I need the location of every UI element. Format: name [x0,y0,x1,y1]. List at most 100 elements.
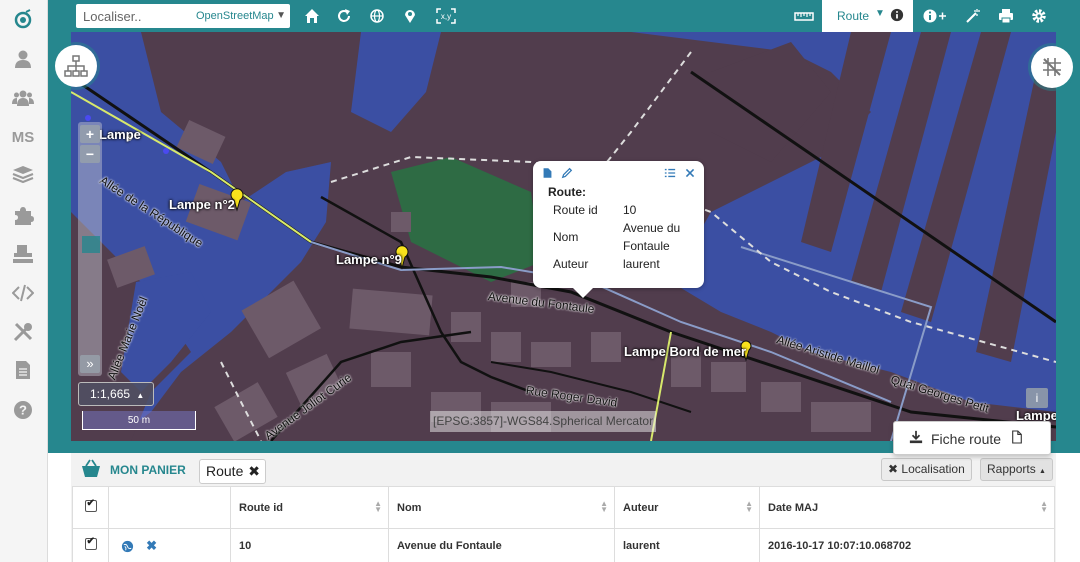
download-icon [909,430,923,447]
pencil-icon[interactable] [560,166,574,180]
map-marker-icon[interactable] [400,6,420,26]
layer-select[interactable]: OpenStreetMap [196,4,274,28]
svg-text:?: ? [19,403,27,418]
column-header-label: Nom [397,501,422,514]
popup-field-value: 10 [623,203,637,217]
table-row[interactable]: ✖ 10 Avenue du Fontaule laurent 2016-10-… [72,528,1055,562]
popup-field-key: Auteur [553,257,589,271]
cell-date-maj: 2016-10-17 10:07:10.068702 [759,528,1055,562]
basket-icon [80,459,102,482]
column-header-label: Auteur [623,501,659,514]
scale-ratio[interactable]: 1:1,665 [90,387,130,401]
cell-nom: Avenue du Fontaule [388,528,615,562]
close-icon[interactable]: ✖ [248,460,260,483]
popup-field-value: Avenue du Fontaule [623,221,681,253]
globe-logo-icon[interactable] [10,6,36,32]
code-icon[interactable] [10,280,36,306]
lamp-label: Lampe [99,127,141,142]
document-icon[interactable] [10,357,36,383]
svg-text:x,y: x,y [441,12,451,21]
popup-title: Route: [548,185,586,199]
column-header-route-id[interactable]: Route id ▲ ▼ [230,486,389,529]
file-icon[interactable] [540,166,554,180]
localisation-button[interactable]: ✖ Localisation [881,458,972,481]
info-circle-icon[interactable] [890,8,904,25]
print-icon[interactable] [996,6,1016,26]
layers-icon[interactable] [10,162,36,188]
expand-button[interactable]: » [80,355,100,373]
caret-down-icon[interactable]: ▼ [276,4,286,28]
popup-field-key: Nom [553,230,579,244]
gear-icon[interactable] [1029,6,1049,26]
route-tab[interactable]: Route ▼ [822,0,913,32]
ruler-icon[interactable] [792,6,816,26]
rapports-dropdown: Fiche route [893,421,1051,455]
tools-icon[interactable] [10,319,36,345]
caret-up-icon: ▲ [1039,468,1046,475]
map-frame-left [48,32,71,452]
zoom-out-button[interactable]: − [80,145,100,163]
sort-icon[interactable]: ▲ ▼ [745,500,753,514]
column-header-auteur[interactable]: Auteur ▲ ▼ [614,486,760,529]
puzzle-icon[interactable] [10,202,36,228]
sort-icon[interactable]: ▲ ▼ [600,500,608,514]
coordinates-icon[interactable]: x,y [434,6,458,26]
top-toolbar: OpenStreetMap ▼ x,y Route ▼ [48,0,1080,32]
info-add-icon[interactable] [922,6,948,26]
home-icon[interactable] [302,6,322,26]
search-input[interactable] [76,4,186,28]
fiche-route-label: Fiche route [931,431,1002,447]
zoom-slider-thumb[interactable] [82,236,100,253]
lamp-label: Lampe Bord de mer [624,344,747,359]
magic-wand-icon[interactable] [963,6,983,26]
users-group-icon[interactable] [10,85,36,111]
route-tab-label[interactable]: Route [837,9,869,23]
route-chip-label: Route [206,463,244,479]
map-frame-right [1056,32,1080,452]
projection-label: [EPSG:3857]-WGS84.Spherical Mercator [430,411,657,432]
column-header-nom[interactable]: Nom ▲ ▼ [388,486,615,529]
scale-selector[interactable]: 1:1,665 ▲ [78,382,154,406]
lamp-label: Lampe n°2 [169,197,235,212]
caret-up-icon[interactable]: ▲ [136,391,144,400]
row-actions-cell: ✖ [108,528,231,562]
grid-slash-icon [1043,58,1061,76]
select-all-checkbox-cell[interactable] [72,486,109,529]
sitemap-icon [64,55,88,77]
grid-toggle-button[interactable] [1031,46,1073,88]
ms-icon[interactable]: MS [10,124,36,150]
sort-icon[interactable]: ▲ ▼ [1040,500,1048,514]
column-header-label: Date MAJ [768,501,819,514]
attribution-info-button[interactable]: i [1026,388,1048,408]
refresh-icon[interactable] [334,6,354,26]
row-checkbox[interactable] [84,536,97,550]
basket-title: MON PANIER [110,463,186,477]
caret-down-icon[interactable]: ▼ [875,8,885,19]
basket-table: Route id ▲▼ Nom ▲▼ Auteur ▲▼ Date MAJ ▲▼ ✖ 1… [72,486,1055,562]
localisation-label: Localisation [901,462,965,476]
fiche-route-menu-item[interactable]: Fiche route [894,422,1052,456]
feature-popup: Route: Route id 10 Nom Avenue du Fontaul… [533,161,704,298]
scale-bar: 50 m [82,411,196,430]
rapports-label: Rapports [987,462,1036,476]
route-chip[interactable]: Route ✖ [199,459,266,484]
cell-auteur: laurent [614,528,760,562]
remove-icon[interactable]: ✖ [146,538,157,553]
close-icon: ✖ [888,462,899,476]
globe-icon[interactable] [367,6,387,26]
close-icon[interactable] [683,166,697,180]
help-icon[interactable]: ? [10,397,36,423]
select-all-checkbox[interactable] [84,498,97,512]
column-header-date-maj[interactable]: Date MAJ ▲ ▼ [759,486,1055,529]
actions-header [108,486,231,529]
sort-icon[interactable]: ▲ ▼ [374,500,382,514]
row-checkbox-cell[interactable] [72,528,109,562]
list-icon[interactable] [663,166,677,180]
layer-tree-button[interactable] [55,45,97,87]
globe-icon[interactable] [121,541,134,553]
rapports-button[interactable]: Rapports ▲ [980,458,1053,481]
printer-stack-icon[interactable] [10,241,36,267]
user-icon[interactable] [10,46,36,72]
popup-field-value: laurent [623,257,660,271]
zoom-in-button[interactable]: + [80,125,100,143]
